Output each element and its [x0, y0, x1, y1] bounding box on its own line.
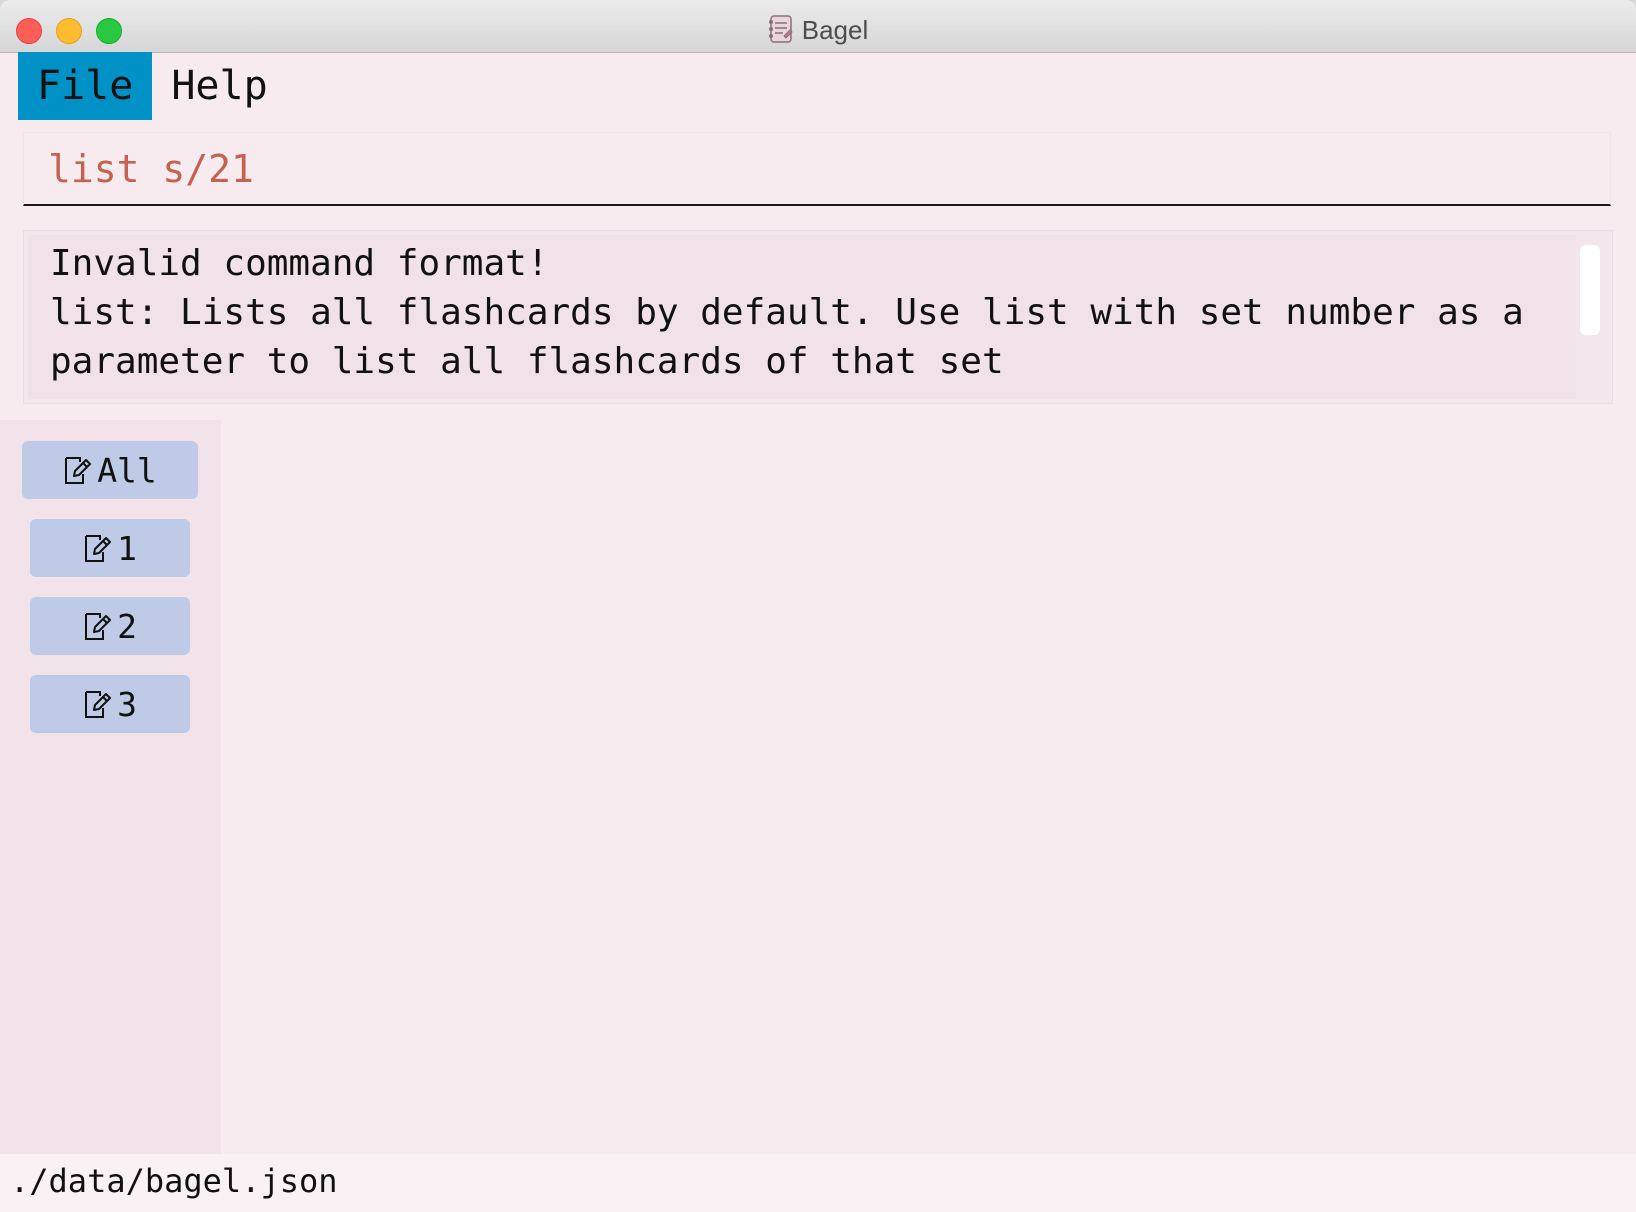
result-line: Invalid command format! [50, 243, 549, 284]
window-title: Bagel [801, 15, 869, 45]
app-window: Bagel File Help list s/21 Invalid comman… [0, 0, 1636, 1212]
set-button-label: All [97, 450, 157, 490]
set-sidebar: All 1 2 3 [0, 420, 221, 1154]
menu-help[interactable]: Help [152, 52, 286, 120]
menu-bar: File Help [18, 52, 287, 120]
menu-file[interactable]: File [18, 52, 153, 120]
set-button-all[interactable]: All [22, 441, 198, 499]
set-button-3[interactable]: 3 [30, 675, 190, 733]
set-button-1[interactable]: 1 [30, 519, 190, 577]
edit-note-icon [85, 613, 112, 640]
result-line: parameter to list all flashcards of that… [50, 341, 1004, 382]
result-scrollbar-thumb[interactable] [1580, 245, 1600, 335]
edit-note-icon [85, 535, 112, 562]
set-button-label: 1 [117, 528, 137, 568]
save-file-path: ./data/bagel.json [10, 1162, 338, 1200]
notebook-app-icon [768, 14, 794, 44]
set-button-2[interactable]: 2 [30, 597, 190, 655]
window-title-group: Bagel [0, 12, 1636, 48]
edit-note-icon [85, 691, 112, 718]
edit-note-icon [65, 457, 92, 484]
command-input[interactable]: list s/21 [23, 132, 1611, 206]
command-input-text: list s/21 [48, 147, 254, 191]
set-button-label: 2 [117, 606, 137, 646]
result-display[interactable]: Invalid command format! list: Lists all … [23, 230, 1613, 404]
flashcard-list-panel[interactable] [221, 420, 1636, 1154]
status-bar: ./data/bagel.json [0, 1154, 1636, 1212]
result-line: list: Lists all flashcards by default. U… [50, 292, 1524, 333]
title-bar[interactable]: Bagel [0, 0, 1636, 53]
set-button-label: 3 [117, 684, 137, 724]
result-display-content: Invalid command format! list: Lists all … [28, 235, 1576, 399]
